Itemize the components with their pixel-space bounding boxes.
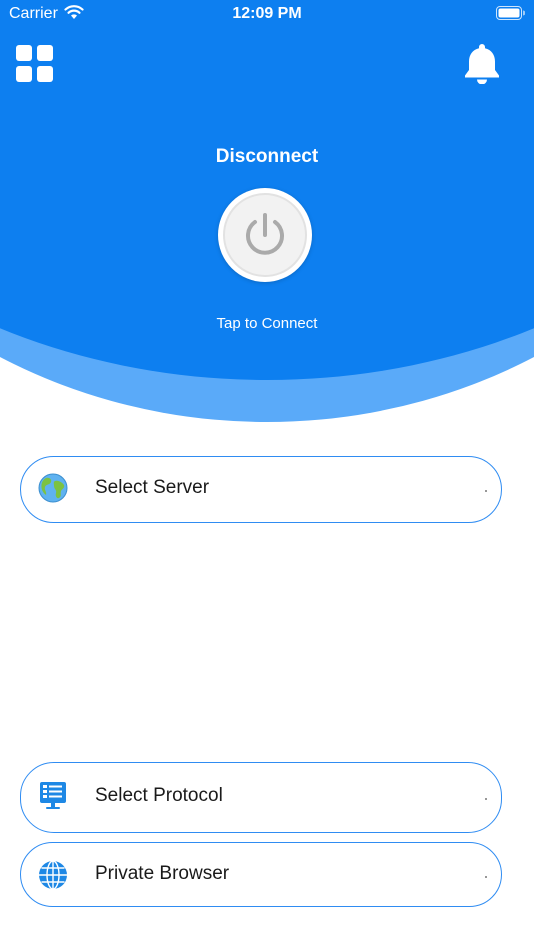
- chevron-dot: [485, 490, 487, 492]
- power-button[interactable]: [218, 188, 312, 282]
- connection-status: Disconnect: [215, 146, 319, 167]
- select-protocol-button[interactable]: Select Protocol: [20, 762, 502, 833]
- status-bar: Carrier 12:09 PM: [0, 0, 534, 28]
- connect-hint: Tap to Connect: [216, 315, 318, 332]
- globe-web-icon: [39, 860, 67, 890]
- private-browser-button[interactable]: Private Browser: [20, 842, 502, 907]
- protocol-settings-icon: [40, 782, 66, 809]
- private-browser-label: Private Browser: [95, 863, 230, 884]
- clock: 12:09 PM: [232, 5, 302, 22]
- power-icon: [246, 213, 284, 255]
- select-protocol-label: Select Protocol: [95, 785, 223, 806]
- chevron-dot: [485, 798, 487, 800]
- chevron-dot: [485, 876, 487, 878]
- select-server-label: Select Server: [95, 477, 210, 498]
- select-server-button[interactable]: Select Server: [20, 456, 502, 523]
- grid-menu-icon[interactable]: [16, 45, 54, 83]
- bell-icon[interactable]: [462, 42, 502, 84]
- battery-full-icon: [496, 6, 525, 20]
- globe-earth-icon: [38, 473, 68, 503]
- power-button-face: [223, 193, 307, 277]
